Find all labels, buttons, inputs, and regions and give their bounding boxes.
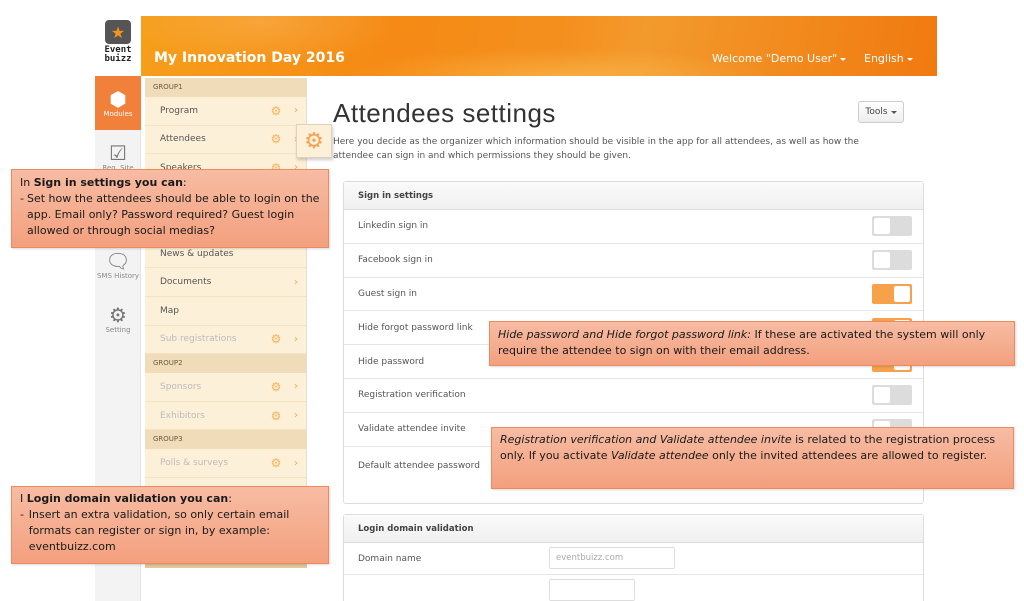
domain-name-input[interactable]: eventbuizz.com <box>549 547 675 569</box>
module-label: Attendees <box>160 134 206 145</box>
caret-down-icon <box>890 110 897 114</box>
callout-body: Set how the attendees should be able to … <box>26 192 320 237</box>
caret-down-icon <box>840 57 847 61</box>
setting-row-facebook: Facebook sign in <box>344 244 923 278</box>
modules-icon: ⬢ <box>109 87 127 111</box>
linkedin-toggle[interactable] <box>872 216 912 237</box>
facebook-toggle[interactable] <box>872 250 912 271</box>
chevron-right-icon: › <box>294 276 298 288</box>
tools-label: Tools <box>865 107 888 117</box>
setting-label: Linkedin sign in <box>358 221 429 232</box>
callout-heading: Sign in settings you can <box>33 176 183 189</box>
user-menu-label: Welcome "Demo User" <box>712 52 838 65</box>
sidebar-item-modules[interactable]: ⬢ Modules <box>95 76 141 130</box>
setting-row-domain: Domain name eventbuizz.com <box>344 543 923 575</box>
logo-text-line2: buizz <box>104 54 132 64</box>
group-header: GROUP2 <box>145 354 306 374</box>
attendees-settings-gear-icon[interactable]: ⚙ <box>296 124 332 158</box>
chevron-right-icon: › <box>294 381 298 393</box>
module-label: Polls & surveys <box>160 458 229 469</box>
group-header: GROUP3 <box>145 430 306 450</box>
settings-icon: ⚙ <box>109 303 127 327</box>
setting-row-guest: Guest sign in <box>344 278 923 312</box>
event-title: My Innovation Day 2016 <box>154 50 345 66</box>
module-label: Program <box>160 105 198 116</box>
module-label: Sub registrations <box>160 334 237 345</box>
module-item-polls[interactable]: Polls & surveys ⚙ › <box>145 449 306 478</box>
sidebar-item-label: SMS History <box>96 272 140 280</box>
top-header <box>95 16 937 76</box>
checkbox-icon: ☑ <box>109 141 127 165</box>
setting-label: Facebook sign in <box>358 255 433 266</box>
sidebar-item-label: Setting <box>105 326 131 334</box>
tools-dropdown-button[interactable]: Tools <box>858 101 904 123</box>
module-item-exhibitors[interactable]: Exhibitors ⚙ › <box>145 402 306 431</box>
setting-row-linkedin: Linkedin sign in <box>344 210 923 244</box>
registration-verification-toggle[interactable] <box>872 385 912 406</box>
setting-row-registration-verification: Registration verification <box>344 379 923 413</box>
page-title: Attendees settings <box>333 98 556 128</box>
module-label: News & updates <box>160 248 234 259</box>
hide-password-callout: Hide password and Hide forgot password l… <box>489 321 1015 366</box>
chat-icon: 🗨 <box>105 249 131 273</box>
chevron-right-icon: › <box>294 410 298 422</box>
gear-icon[interactable]: ⚙ <box>268 332 284 346</box>
module-label: Sponsors <box>160 381 202 392</box>
module-item-documents[interactable]: Documents › <box>145 268 306 297</box>
language-label: English <box>864 52 904 65</box>
extra-input[interactable] <box>549 579 635 601</box>
sign-in-callout: In Sign in settings you can: - Set how th… <box>11 169 329 248</box>
setting-label: Registration verification <box>358 390 466 401</box>
language-menu[interactable]: English <box>864 52 913 65</box>
page-description: Here you decide as the organizer which i… <box>333 137 859 161</box>
callout-body: Insert an extra validation, so only cert… <box>28 508 290 553</box>
sidebar-item-label: Modules <box>103 110 133 118</box>
gear-icon[interactable]: ⚙ <box>268 456 284 470</box>
gear-icon[interactable]: ⚙ <box>268 409 284 423</box>
login-domain-panel: Login domain validation Domain name even… <box>343 514 924 601</box>
callout-heading: Login domain validation you can <box>26 492 229 505</box>
chevron-right-icon: › <box>294 105 298 117</box>
module-item-sponsors[interactable]: Sponsors ⚙ › <box>145 373 306 402</box>
gear-icon[interactable]: ⚙ <box>268 132 284 146</box>
panel-title: Sign in settings <box>344 182 923 210</box>
setting-row-extra <box>344 575 923 601</box>
module-item-sub-registrations[interactable]: Sub registrations ⚙ › <box>145 326 306 355</box>
panel-title: Login domain validation <box>344 515 923 543</box>
module-label: Map <box>160 305 179 316</box>
eventbuizz-logo[interactable]: ★ Event buizz <box>95 16 141 76</box>
module-item-attendees[interactable]: Attendees ⚙› <box>145 126 306 155</box>
chevron-right-icon: › <box>294 333 298 345</box>
group-header: GROUP1 <box>145 78 306 97</box>
module-item-map[interactable]: Map <box>145 297 306 326</box>
registration-callout: Registration verification and Validate a… <box>491 427 1014 489</box>
user-menu[interactable]: Welcome "Demo User" <box>712 52 847 65</box>
module-label: Exhibitors <box>160 410 205 421</box>
gear-icon[interactable]: ⚙ <box>268 104 284 118</box>
setting-label: Guest sign in <box>358 288 417 299</box>
chevron-right-icon: › <box>294 457 298 469</box>
callout-heading: Hide password and Hide forgot password l… <box>498 328 751 341</box>
briefcase-star-icon: ★ <box>105 20 131 44</box>
module-item-program[interactable]: Program ⚙ › <box>145 97 306 126</box>
module-label: Documents <box>160 277 212 288</box>
login-domain-callout: I Login domain validation you can: - Inse… <box>11 486 329 564</box>
caret-down-icon <box>906 57 913 61</box>
gear-icon[interactable]: ⚙ <box>268 380 284 394</box>
sidebar-item-setting[interactable]: ⚙ Setting <box>95 292 141 346</box>
guest-toggle[interactable] <box>872 283 912 304</box>
